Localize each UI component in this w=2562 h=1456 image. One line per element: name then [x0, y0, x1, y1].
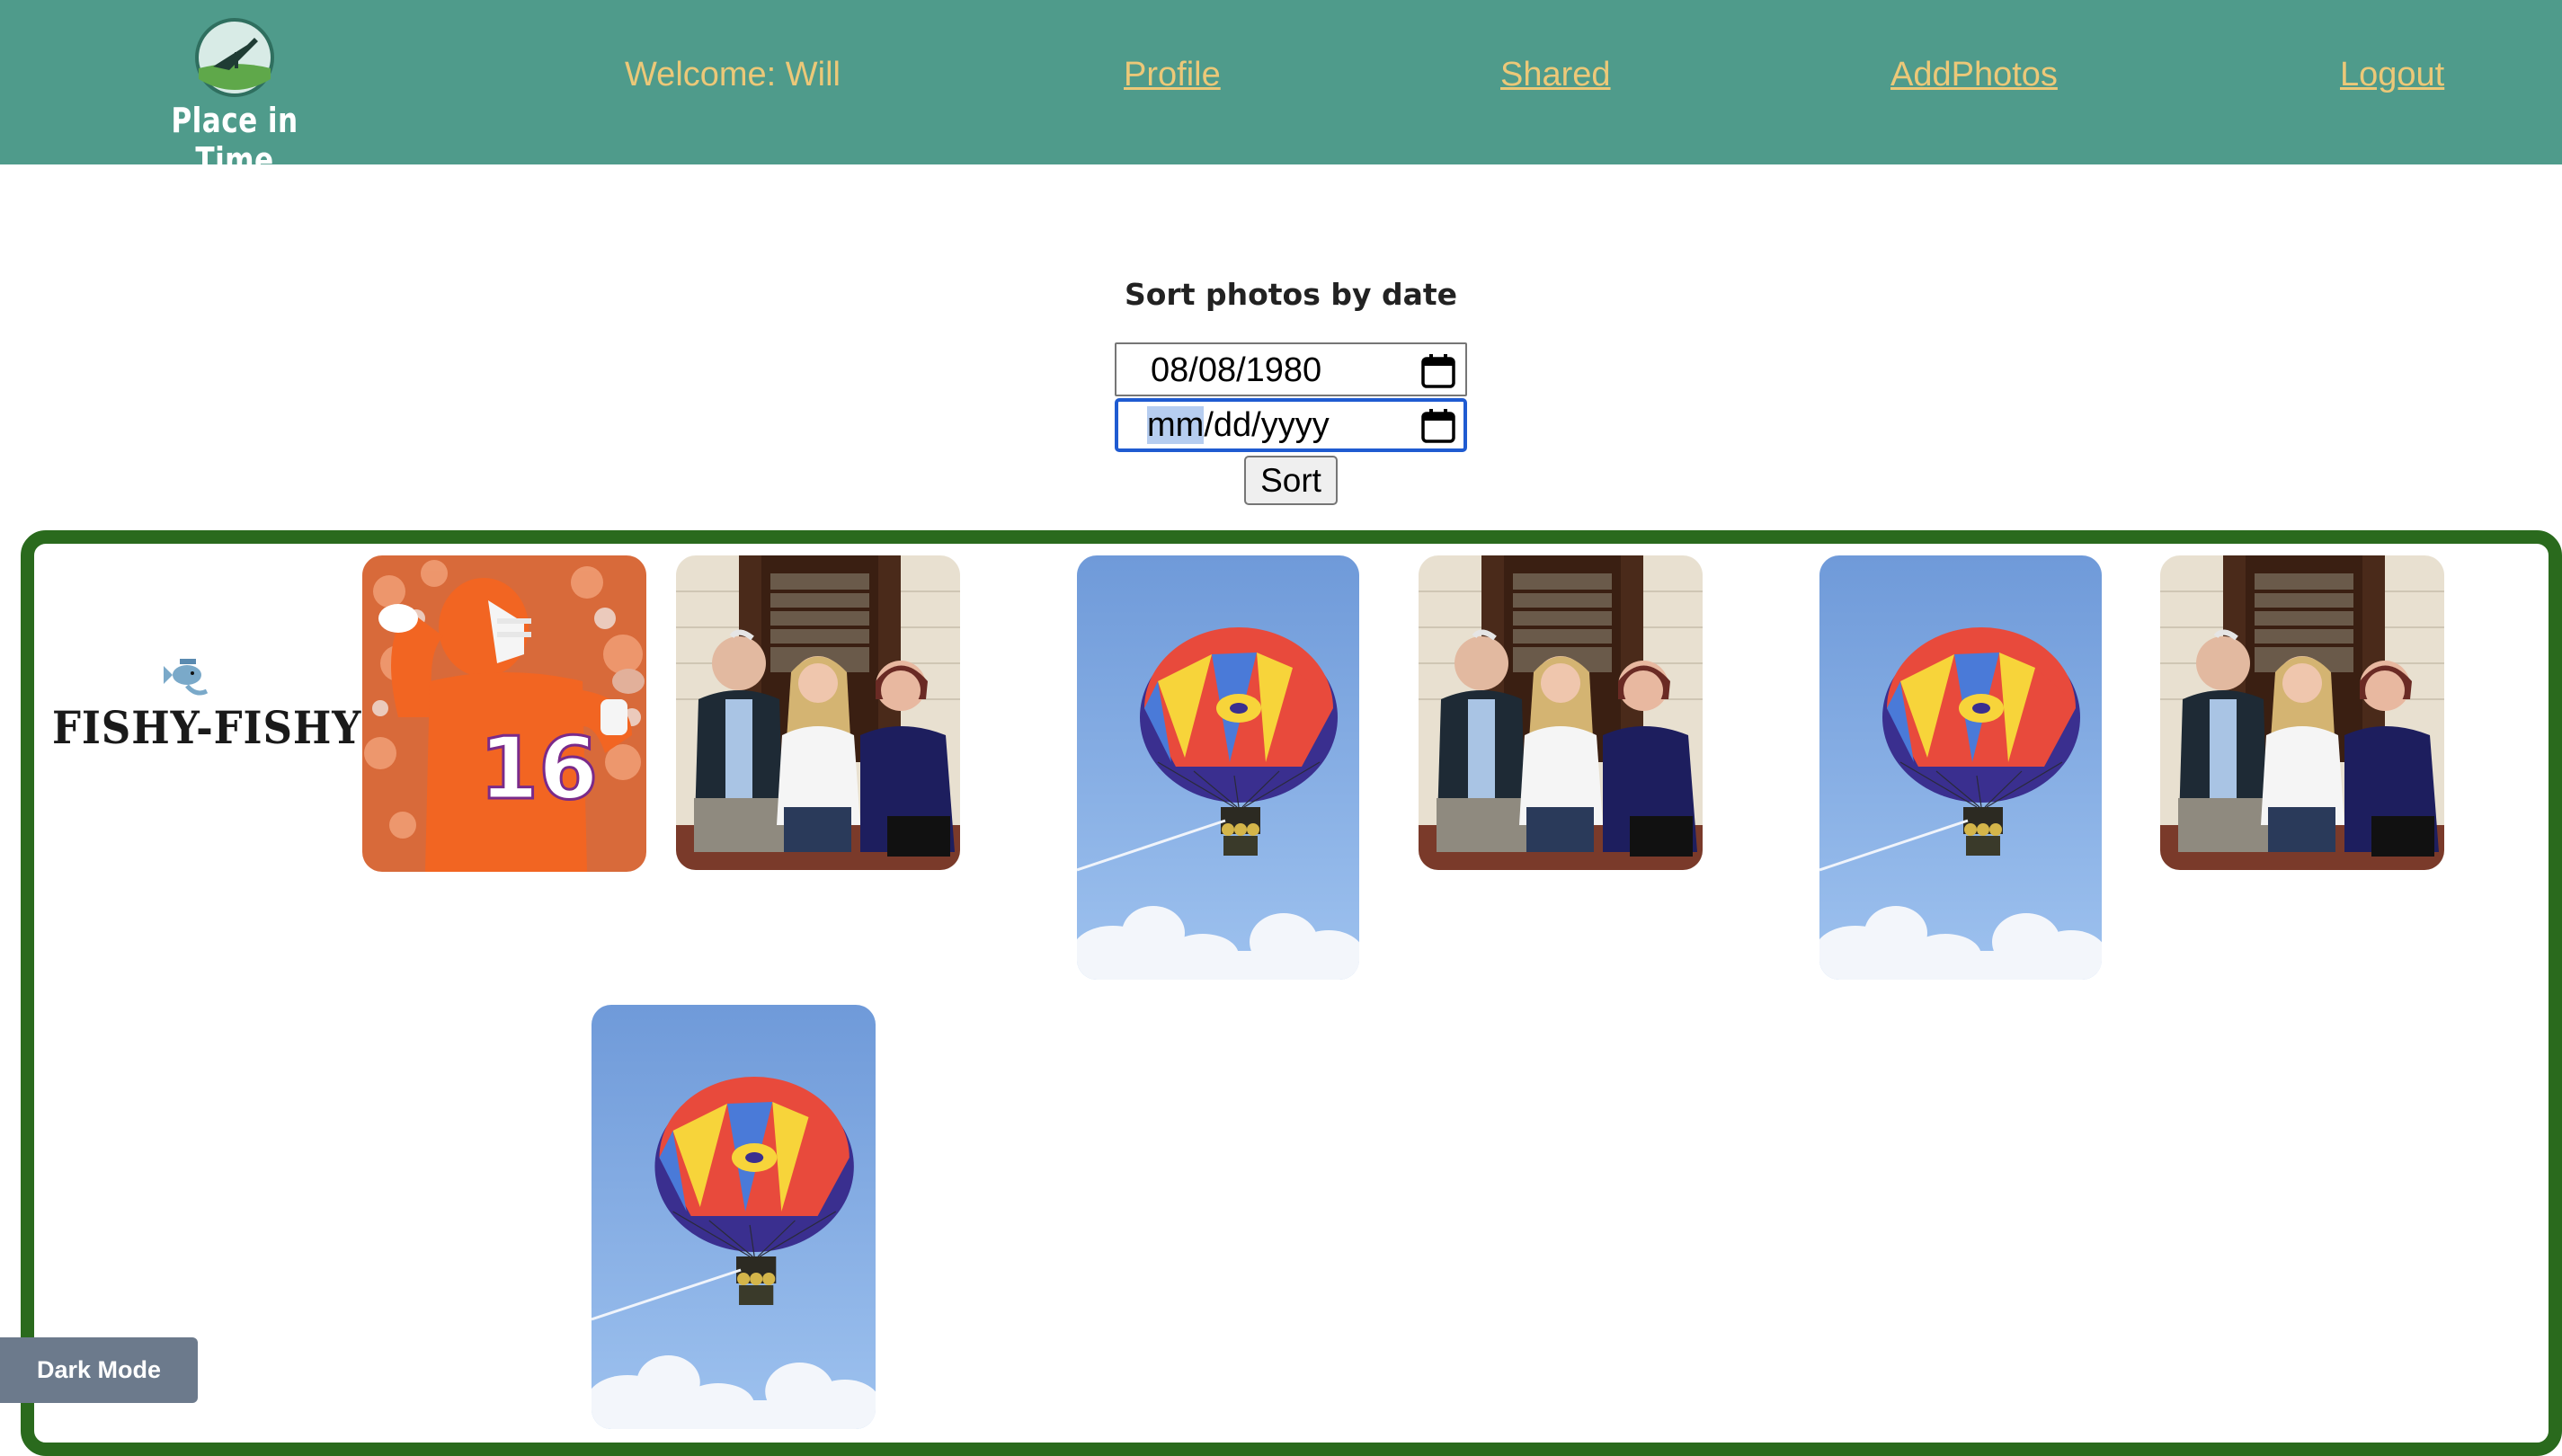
top-navbar: Place in Time Welcome: Will Profile Shar…	[0, 0, 2562, 180]
photo-parasail[interactable]	[592, 1005, 876, 1429]
welcome-message: Welcome: Will	[625, 56, 841, 93]
photo-family-group[interactable]	[2160, 555, 2444, 870]
end-date-rest-segments[interactable]: /dd/yyyy	[1204, 406, 1329, 444]
family-group-image	[1419, 555, 1703, 870]
parasail-image	[592, 1005, 876, 1429]
place-in-time-logo-icon	[195, 18, 274, 97]
end-date-placeholder: mm/dd/yyyy	[1147, 406, 1330, 445]
football-player-image	[362, 555, 646, 872]
parasail-image	[1077, 555, 1359, 980]
photo-family-group[interactable]	[676, 555, 960, 870]
family-group-image	[2160, 555, 2444, 870]
parasail-image	[1819, 555, 2102, 980]
nav-link-shared[interactable]: Shared	[1500, 56, 1611, 94]
nav-link-profile[interactable]: Profile	[1124, 56, 1221, 94]
fishy-fishy-logo-text: FISHY-FISHY	[52, 701, 362, 754]
nav-link-add-photos[interactable]: AddPhotos	[1890, 56, 2058, 94]
end-date-input[interactable]: mm/dd/yyyy	[1115, 398, 1467, 452]
start-date-input[interactable]: 08/08/1980	[1115, 342, 1467, 396]
photo-football-player[interactable]	[362, 555, 646, 872]
start-date-value: 08/08/1980	[1151, 351, 1322, 389]
dark-mode-toggle-button[interactable]: Dark Mode	[0, 1337, 198, 1403]
brand-name: Place in Time	[171, 101, 298, 180]
calendar-icon[interactable]	[1420, 408, 1456, 444]
photo-parasail[interactable]	[1077, 555, 1359, 980]
family-group-image	[676, 555, 960, 870]
sort-button[interactable]: Sort	[1244, 456, 1338, 505]
photo-family-group[interactable]	[1419, 555, 1703, 870]
photo-parasail[interactable]	[1819, 555, 2102, 980]
nav-link-logout[interactable]: Logout	[2340, 56, 2444, 94]
calendar-icon[interactable]	[1420, 353, 1456, 389]
end-date-month-segment[interactable]: mm	[1147, 406, 1205, 444]
sort-form-title: Sort photos by date	[1124, 277, 1457, 312]
brand-home-link[interactable]: Place in Time	[135, 16, 334, 180]
